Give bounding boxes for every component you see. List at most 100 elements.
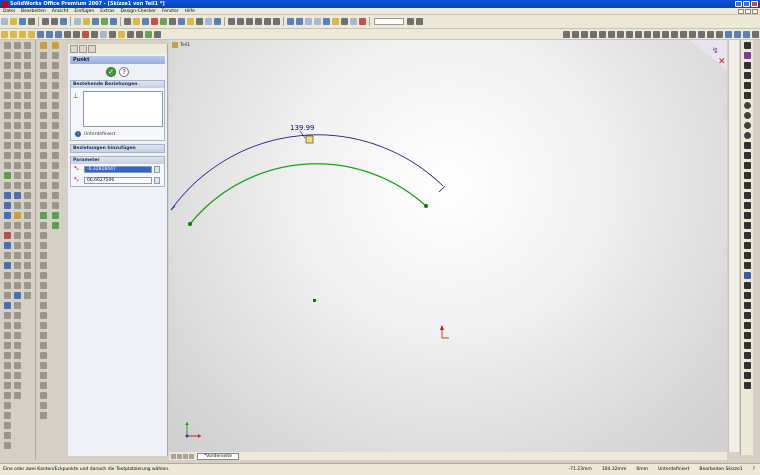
tool-icon[interactable] [13,111,21,119]
toolbar2-icon-6[interactable] [136,30,143,38]
wireframe-icon[interactable] [305,18,312,25]
tool-icon[interactable] [3,321,11,329]
centerline-icon[interactable] [743,201,751,209]
tool-icon[interactable] [23,171,31,179]
graphics-area[interactable]: Teil1 139.99 ↯ ✕ [169,40,727,452]
perspective-icon[interactable] [341,18,348,25]
tool-icon[interactable] [3,351,11,359]
rotate-icon[interactable] [264,18,271,25]
construction-arc[interactable] [170,134,444,211]
extrude-icon[interactable] [1,30,8,38]
rotate-sketch-icon[interactable] [743,301,751,309]
menu-datei[interactable]: Datei [0,9,18,14]
toolbar2-icon-5[interactable] [127,30,134,38]
tool-icon[interactable] [13,261,21,269]
tool-icon[interactable] [3,271,11,279]
tool-icon[interactable] [13,371,21,379]
tool-icon[interactable] [3,331,11,339]
mirror-icon[interactable] [743,281,751,289]
sketch-tool-icon-1[interactable] [563,30,570,38]
tool-icon[interactable] [51,111,59,119]
check-icon[interactable]: ✓ [106,67,116,77]
tool-icon[interactable] [39,391,47,399]
vertical-scrollbar[interactable] [728,40,739,452]
tool-icon[interactable] [51,71,59,79]
tool-icon[interactable] [51,101,59,109]
tool-icon[interactable] [39,111,47,119]
toolbar2-icon-8[interactable] [154,30,161,38]
tool-icon[interactable] [23,261,31,269]
menu-bearbeiten[interactable]: Bearbeiten [18,9,49,14]
toolbar-icon-12[interactable] [359,18,366,25]
tool-icon[interactable] [13,171,21,179]
tool-icon[interactable] [51,211,59,219]
zoom-area-icon[interactable] [237,18,244,25]
tool-icon[interactable] [3,241,11,249]
tool-icon[interactable] [13,341,21,349]
tool-icon[interactable] [23,101,31,109]
tool-icon[interactable] [3,391,11,399]
tool-icon[interactable] [39,161,47,169]
tool-icon[interactable] [23,211,31,219]
tool-icon[interactable] [13,61,21,69]
tool-icon[interactable] [39,131,47,139]
sketch-tool-icon-10[interactable] [644,30,651,38]
sum-icon[interactable] [196,18,203,25]
confirmation-corner[interactable]: ↯ ✕ [689,40,727,70]
add-relation-icon[interactable] [743,351,751,359]
partial-ellipse-icon[interactable] [743,161,751,169]
x-spinner[interactable] [154,166,160,173]
doc-restore-button[interactable] [745,8,751,14]
tool-icon[interactable] [51,141,59,149]
tool-icon[interactable] [23,81,31,89]
help-icon[interactable]: ? [119,67,129,77]
tool-icon[interactable] [3,81,11,89]
sketch-arc[interactable] [189,163,427,225]
view-orientation-icon[interactable] [287,18,294,25]
tool-icon[interactable] [23,121,31,129]
tool-icon[interactable] [13,381,21,389]
tool-icon[interactable] [3,91,11,99]
doc-close-button[interactable] [752,8,758,14]
tool-icon[interactable] [39,141,47,149]
first-tab-icon[interactable] [171,453,176,459]
help-status-icon[interactable]: ? [748,467,760,472]
perimeter-circle-icon[interactable] [743,111,751,119]
tool-icon[interactable] [3,41,11,49]
sketch-tool-icon-5[interactable] [599,30,606,38]
tool-icon[interactable] [23,141,31,149]
toolbar2-icon-7[interactable] [145,30,152,38]
last-tab-icon[interactable] [189,453,194,459]
tool-icon[interactable] [23,281,31,289]
tool-icon[interactable] [3,371,11,379]
sweep-icon[interactable] [19,30,26,38]
pan-icon[interactable] [273,18,280,25]
tool-icon[interactable] [3,311,11,319]
tool-icon[interactable] [13,301,21,309]
smart-dimension-icon[interactable] [743,51,751,59]
minimize-button[interactable] [735,1,742,7]
tool-icon[interactable] [3,301,11,309]
menu-design-checker[interactable]: Design-Checker [117,9,158,14]
feature-manager-tab[interactable] [70,45,78,53]
trim-icon[interactable] [743,261,751,269]
toolbar-icon-3[interactable] [142,18,149,25]
tool-icon[interactable] [3,111,11,119]
ellipse-icon[interactable] [743,151,751,159]
sketch-tool-icon-15[interactable] [689,30,696,38]
loft-icon[interactable] [28,30,35,38]
tool-icon[interactable] [39,121,47,129]
tool-icon[interactable] [23,231,31,239]
exit-sketch-icon[interactable]: ↯ [712,46,719,55]
tool-icon[interactable] [3,381,11,389]
tool-icon[interactable] [23,251,31,259]
fillet-sketch-icon[interactable] [743,221,751,229]
tool-icon[interactable] [39,211,47,219]
print-icon[interactable] [28,18,35,25]
sketch-icon[interactable] [101,18,108,25]
zoom-in-icon[interactable] [246,18,253,25]
tool-icon[interactable] [23,61,31,69]
quick-snaps-icon[interactable] [743,381,751,389]
zoom-fit-icon[interactable] [228,18,235,25]
next-tab-icon[interactable] [183,453,188,459]
